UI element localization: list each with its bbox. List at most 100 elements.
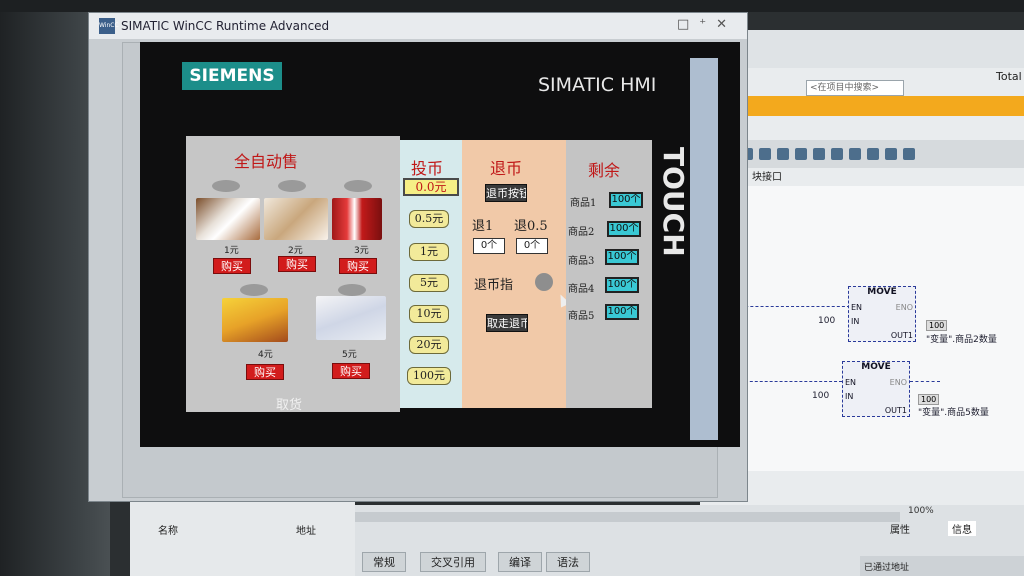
ladder-wire [730, 306, 850, 307]
product-image-2 [264, 198, 328, 240]
remaining-item-label: 商品4 [568, 284, 595, 295]
buy-button-4[interactable]: 购买 [246, 364, 284, 380]
toolbar-icon[interactable] [813, 148, 825, 160]
status-strip [355, 512, 900, 522]
toolbar-icon[interactable] [849, 148, 861, 160]
coin-button-20[interactable]: 20元 [409, 336, 449, 354]
remaining-item-value: 100个 [605, 304, 639, 320]
move-in-value[interactable]: 100 [818, 316, 835, 326]
refund-1-count: 0个 [473, 238, 505, 254]
coin-button-0-5[interactable]: 0.5元 [409, 210, 449, 228]
siemens-logo: SIEMENS [182, 62, 282, 90]
product-image-3 [332, 198, 382, 240]
coin-header: 投币 [411, 159, 444, 178]
move-in-pin: IN [845, 392, 854, 401]
move-out-pin: OUT1 [890, 331, 913, 340]
move-en-pin: EN [845, 378, 857, 387]
info-tab[interactable]: 信息 [948, 521, 976, 536]
product-shadow [240, 284, 268, 296]
window-title: SIMATIC WinCC Runtime Advanced [121, 19, 330, 33]
refund-05-count: 0个 [516, 238, 548, 254]
detail-panel [130, 500, 355, 576]
coin-button-5[interactable]: 5元 [409, 274, 449, 292]
product-number: 4元 [258, 350, 273, 360]
move-block[interactable]: MOVE EN ENO IN OUT1 [848, 286, 916, 342]
toolbar-icon[interactable] [903, 148, 915, 160]
status-bar-text: 已通过地址 [860, 556, 1024, 576]
move-in-pin: IN [851, 317, 860, 326]
product-number: 5元 [342, 350, 357, 360]
remaining-item-label: 商品5 [568, 311, 595, 322]
remaining-item-label: 商品3 [568, 256, 595, 267]
product-image-5 [316, 296, 386, 340]
tab-compile[interactable]: 编译 [498, 552, 542, 572]
toolbar-icon[interactable] [885, 148, 897, 160]
coin-total-display: 0.0元 [403, 178, 459, 196]
remaining-item-value: 100个 [609, 192, 643, 208]
panel-divider [652, 140, 660, 408]
move-in-value[interactable]: 100 [812, 391, 829, 401]
tab-cross-reference[interactable]: 交叉引用 [420, 552, 486, 572]
remaining-item-value: 100个 [605, 277, 639, 293]
move-out-var[interactable]: "变量".商品2数量 [926, 332, 997, 345]
refund-indicator-label: 退币指 [474, 278, 514, 293]
ladder-wire [910, 381, 940, 382]
product-shadow [212, 180, 240, 192]
product-shadow [338, 284, 366, 296]
main-title: 全自动售 [234, 152, 299, 171]
toolbar-icon[interactable] [867, 148, 879, 160]
move-en-pin: EN [851, 303, 863, 312]
project-search-input[interactable]: <在项目中搜索> [806, 80, 904, 96]
coin-button-100[interactable]: 100元 [407, 367, 451, 385]
hmi-side-strip [690, 58, 718, 440]
remaining-header: 剩余 [588, 161, 621, 180]
buy-button-2[interactable]: 购买 [278, 256, 316, 272]
zoom-level[interactable]: 100% [908, 506, 934, 516]
move-eno-pin: ENO [895, 303, 913, 312]
product-image-1 [196, 198, 260, 240]
move-title: MOVE [861, 362, 891, 372]
toolbar-icon[interactable] [759, 148, 771, 160]
product-number: 3元 [354, 246, 369, 256]
toolbar-icon[interactable] [795, 148, 807, 160]
remaining-item-value: 100个 [607, 221, 641, 237]
buy-button-5[interactable]: 购买 [332, 363, 370, 379]
touch-label: TOUCH [657, 147, 690, 257]
pickup-label[interactable]: 取货 [276, 394, 302, 413]
total-label: Total [996, 70, 1022, 83]
product-number: 2元 [288, 246, 303, 256]
ladder-toolbar [735, 140, 1024, 168]
refund-05-label: 退0.5 [514, 219, 548, 234]
column-header-address[interactable]: 地址 [296, 522, 316, 537]
column-header-name[interactable]: 名称 [158, 522, 178, 537]
window-controls[interactable]: □⁺✕ [677, 17, 737, 32]
refund-header: 退币 [490, 159, 523, 178]
toolbar-icon[interactable] [831, 148, 843, 160]
move-out-pin: OUT1 [884, 406, 907, 415]
properties-tab[interactable]: 属性 [890, 521, 910, 536]
move-title: MOVE [867, 287, 897, 297]
tia-top-bar [700, 30, 1024, 68]
remaining-item-label: 商品2 [568, 227, 595, 238]
refund-indicator-lamp [535, 273, 553, 291]
block-interface-label[interactable]: 块接口 [752, 168, 782, 183]
move-out-value: 100 [918, 394, 940, 405]
toolbar-icon[interactable] [777, 148, 789, 160]
refund-button[interactable]: 退币按钮 [485, 184, 527, 202]
coin-button-10[interactable]: 10元 [409, 305, 449, 323]
move-block[interactable]: MOVE EN ENO IN OUT1 [842, 361, 910, 417]
wincc-logo-icon: WinCC [99, 18, 119, 34]
monitor-bezel-top [0, 0, 1024, 12]
product-shadow [278, 180, 306, 192]
take-refund-button[interactable]: 取走退币 [486, 314, 528, 332]
buy-button-3[interactable]: 购买 [339, 258, 377, 274]
coin-button-1[interactable]: 1元 [409, 243, 449, 261]
buy-button-1[interactable]: 购买 [213, 258, 251, 274]
remaining-item-value: 100个 [605, 249, 639, 265]
move-out-var[interactable]: "变量".商品5数量 [918, 405, 989, 418]
tab-syntax[interactable]: 语法 [546, 552, 590, 572]
tia-orange-bar [745, 96, 1024, 116]
product-image-4 [222, 298, 288, 342]
tab-general[interactable]: 常规 [362, 552, 406, 572]
runtime-title-bar[interactable]: WinCC SIMATIC WinCC Runtime Advanced □⁺✕ [89, 13, 747, 39]
